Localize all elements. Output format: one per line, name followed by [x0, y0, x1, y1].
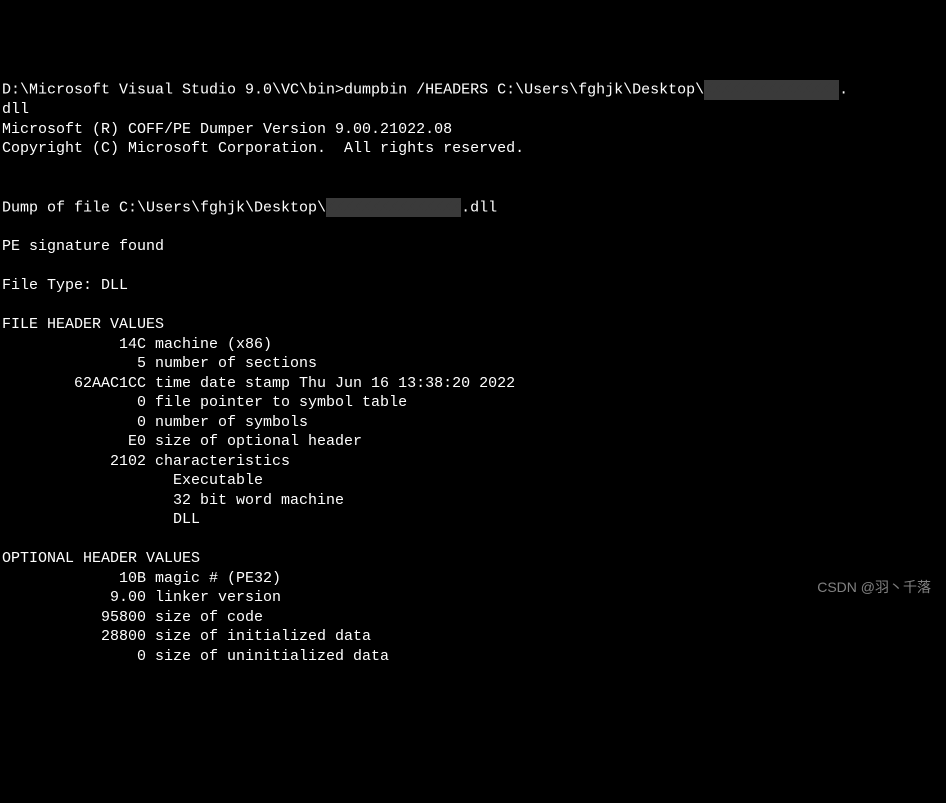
- prompt-prefix: D:\Microsoft Visual Studio 9.0\VC\bin>du…: [2, 82, 704, 99]
- blank-line: [2, 530, 944, 550]
- fh-char-32bit: 32 bit word machine: [2, 491, 944, 511]
- fh-timestamp: 62AAC1CC time date stamp Thu Jun 16 13:3…: [2, 374, 944, 394]
- file-header-title: FILE HEADER VALUES: [2, 315, 944, 335]
- oh-init-data: 28800 size of initialized data: [2, 627, 944, 647]
- oh-code-size: 95800 size of code: [2, 608, 944, 628]
- fh-characteristics: 2102 characteristics: [2, 452, 944, 472]
- prompt-suffix: .: [839, 82, 848, 99]
- blank-line: [2, 218, 944, 238]
- fh-machine: 14C machine (x86): [2, 335, 944, 355]
- command-prompt-line1: D:\Microsoft Visual Studio 9.0\VC\bin>du…: [2, 80, 944, 100]
- oh-uninit-data: 0 size of uninitialized data: [2, 647, 944, 667]
- version-line: Microsoft (R) COFF/PE Dumper Version 9.0…: [2, 120, 944, 140]
- redacted-filename-1: XXXXXXXXXXXXXXX: [704, 80, 839, 100]
- dump-file-suffix: .dll: [461, 199, 497, 216]
- fh-symbol-count: 0 number of symbols: [2, 413, 944, 433]
- dump-file-prefix: Dump of file C:\Users\fghjk\Desktop\: [2, 199, 326, 216]
- pe-signature-line: PE signature found: [2, 237, 944, 257]
- fh-char-dll: DLL: [2, 510, 944, 530]
- copyright-line: Copyright (C) Microsoft Corporation. All…: [2, 139, 944, 159]
- oh-magic: 10B magic # (PE32): [2, 569, 944, 589]
- watermark-text: CSDN @羽丶千落: [817, 578, 931, 596]
- fh-char-exe: Executable: [2, 471, 944, 491]
- oh-linker: 9.00 linker version: [2, 588, 944, 608]
- terminal-output[interactable]: D:\Microsoft Visual Studio 9.0\VC\bin>du…: [2, 80, 944, 666]
- optional-header-title: OPTIONAL HEADER VALUES: [2, 549, 944, 569]
- fh-sections: 5 number of sections: [2, 354, 944, 374]
- redacted-filename-2: XXXXXXXXXXXXXXX: [326, 198, 461, 218]
- fh-symbol-ptr: 0 file pointer to symbol table: [2, 393, 944, 413]
- blank-line: [2, 159, 944, 179]
- fh-opt-header-size: E0 size of optional header: [2, 432, 944, 452]
- blank-line: [2, 257, 944, 277]
- file-type-line: File Type: DLL: [2, 276, 944, 296]
- command-prompt-line2: dll: [2, 100, 944, 120]
- blank-line: [2, 296, 944, 316]
- dump-file-line: Dump of file C:\Users\fghjk\Desktop\XXXX…: [2, 198, 944, 218]
- blank-line: [2, 178, 944, 198]
